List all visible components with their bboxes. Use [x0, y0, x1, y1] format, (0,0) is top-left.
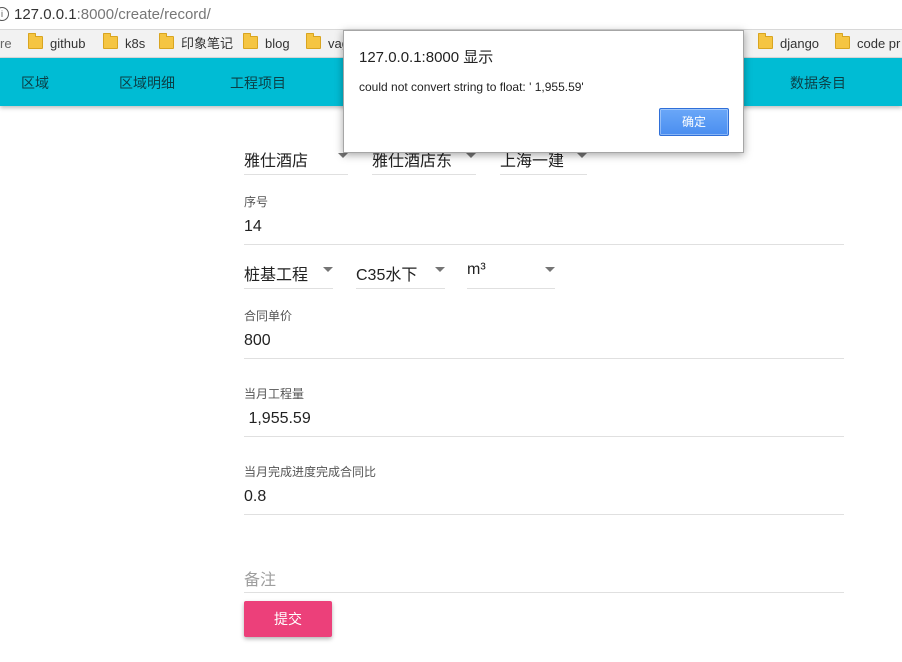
chevron-down-icon [577, 153, 587, 158]
info-icon[interactable]: i [0, 7, 9, 21]
dialog-message: could not convert string to float: ' 1,9… [359, 80, 584, 94]
quantity-field[interactable]: 当月工程量 1,955.59 [244, 378, 844, 437]
remark-placeholder: 备注 [244, 572, 277, 589]
alert-dialog: 127.0.0.1:8000 显示 could not convert stri… [343, 30, 744, 153]
seq-field[interactable]: 序号 14 [244, 186, 844, 245]
chevron-down-icon [466, 153, 476, 158]
unit-select-value: m³ [467, 261, 486, 278]
nav-item-project[interactable]: 工程项目 [230, 73, 286, 93]
folder-icon [835, 33, 850, 49]
url-text[interactable]: 127.0.0.1:8000/create/record/ [14, 6, 211, 23]
work-type-select[interactable]: 桩基工程 [244, 255, 333, 289]
folder-icon [243, 33, 258, 49]
hotel-select-value: 雅仕酒店 [244, 153, 309, 170]
price-field[interactable]: 合同单价 800 [244, 300, 844, 359]
progress-value: 0.8 [244, 488, 267, 505]
bookmark-evernote[interactable]: 印象笔记 [159, 33, 233, 52]
material-select[interactable]: C35水下 [356, 255, 445, 289]
chevron-down-icon [338, 153, 348, 158]
bookmark-django[interactable]: django [758, 33, 819, 52]
remark-field[interactable]: 备注 [244, 558, 844, 593]
seq-value: 14 [244, 218, 262, 235]
progress-label: 当月完成进度完成合同比 [244, 465, 377, 479]
dialog-ok-button[interactable]: 确定 [659, 108, 729, 136]
chevron-down-icon [545, 267, 555, 272]
folder-icon [103, 33, 118, 49]
bookmark-code-pr[interactable]: code pr [835, 33, 900, 52]
seq-label: 序号 [244, 195, 269, 209]
nav-item-data-entries[interactable]: 数据条目 [790, 73, 846, 93]
bookmark-blog[interactable]: blog [243, 33, 290, 52]
nav-item-region[interactable]: 区域 [21, 73, 49, 93]
folder-icon [159, 33, 174, 49]
submit-button[interactable]: 提交 [244, 601, 332, 637]
nav-item-region-detail[interactable]: 区域明细 [119, 73, 175, 93]
chevron-down-icon [323, 267, 333, 272]
price-label: 合同单价 [244, 309, 293, 323]
material-select-value: C35水下 [356, 267, 418, 284]
quantity-label: 当月工程量 [244, 387, 305, 401]
price-value: 800 [244, 332, 271, 349]
bookmark-github[interactable]: github [28, 33, 85, 52]
address-bar[interactable]: i 127.0.0.1:8000/create/record/ [0, 0, 902, 30]
unit-select[interactable]: m³ [467, 255, 555, 289]
bookmark-k8s[interactable]: k8s [103, 33, 145, 52]
url-host: 127.0.0.1 [14, 6, 77, 23]
url-path: :8000/create/record/ [76, 6, 211, 23]
hotel-select[interactable]: 雅仕酒店 [244, 141, 348, 175]
folder-icon [28, 33, 43, 49]
dialog-title: 127.0.0.1:8000 显示 [359, 49, 494, 66]
work-type-select-value: 桩基工程 [244, 267, 309, 284]
chevron-down-icon [435, 267, 445, 272]
folder-icon [758, 33, 773, 49]
bookmark-partial[interactable]: re [0, 36, 12, 51]
progress-field[interactable]: 当月完成进度完成合同比 0.8 [244, 456, 844, 515]
quantity-value: 1,955.59 [244, 410, 311, 427]
folder-icon [306, 33, 321, 49]
